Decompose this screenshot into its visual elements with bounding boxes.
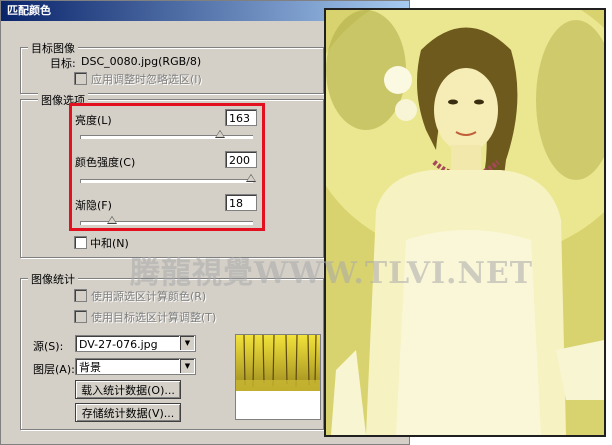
target-image-group-label: 目标图像 [28, 40, 78, 56]
woman-portrait-image [326, 10, 604, 435]
neutralize-checkbox[interactable] [74, 236, 87, 249]
target-file-value: DSC_0080.jpg(RGB/8) [81, 55, 202, 68]
layer-select-value: 背景 [79, 361, 101, 374]
chevron-down-icon[interactable]: ▼ [179, 336, 195, 351]
ignore-selection-checkbox[interactable] [74, 72, 87, 85]
source-select-value: DV-27-076.jpg [79, 338, 158, 351]
watermark-text: 腾龍視覺WWW.TLVI.NET [130, 256, 534, 291]
use-source-selection-checkbox[interactable] [74, 289, 87, 302]
source-label: 源(S): [33, 340, 64, 353]
source-preview-thumbnail [235, 334, 321, 420]
use-target-selection-checkbox[interactable] [74, 310, 87, 323]
ignore-selection-label: 应用调整时忽略选区(I) [91, 73, 202, 86]
image-stats-group-label: 图像统计 [28, 271, 78, 287]
load-statistics-button[interactable]: 载入统计数据(O)... [75, 380, 181, 399]
layer-select[interactable]: 背景 ▼ [75, 358, 196, 375]
forest-thumbnail-image [236, 335, 320, 419]
source-select[interactable]: DV-27-076.jpg ▼ [75, 335, 196, 352]
target-label: 目标: [50, 57, 76, 70]
neutralize-label: 中和(N) [90, 237, 129, 250]
use-target-selection-label: 使用目标选区计算调整(T) [91, 311, 217, 324]
highlight-box [69, 103, 265, 231]
target-photo-preview [324, 8, 606, 437]
save-statistics-button[interactable]: 存储统计数据(V)... [75, 403, 181, 422]
layer-label: 图层(A): [33, 363, 75, 376]
chevron-down-icon[interactable]: ▼ [179, 359, 195, 374]
